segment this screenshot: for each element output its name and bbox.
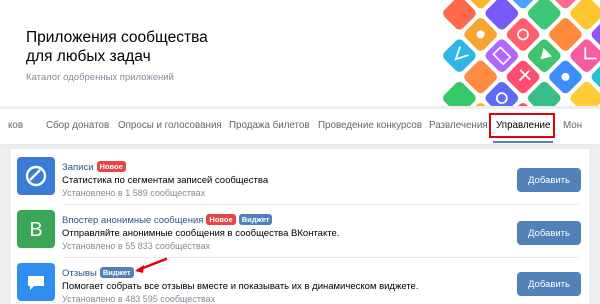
tab-contests[interactable]: Проведение конкурсов [318,120,422,131]
badge-widget: Виджет [238,214,273,225]
tab-entertainment[interactable]: Развлечения [429,120,488,131]
badge-new: Новое [206,214,236,225]
active-tab-indicator [493,141,553,143]
tab-tickets[interactable]: Продажа билетов [229,120,310,131]
tab-prev-partial[interactable]: ков [8,120,23,131]
app-installs: Установлено в 55 833 сообществах [62,241,211,251]
records-icon[interactable] [17,157,55,195]
catalog-header: Приложения сообщества для любых задач Ка… [0,0,600,106]
app-description: Статистика по сегментам записей сообщест… [62,175,269,186]
divider [63,204,579,205]
app-name-link[interactable]: Отзывы Виджет [62,267,134,279]
chat-bubble-icon[interactable] [17,263,55,301]
add-button[interactable]: Добавить [517,221,581,245]
page-title: Приложения сообщества для любых задач [26,28,226,66]
tab-donations[interactable]: Сбор донатов [46,120,109,131]
svg-text:B: B [29,219,42,241]
app-description: Отправляйте анонимные сообщения в сообще… [62,228,340,239]
app-installs: Установлено в 1 589 сообществах [62,188,206,198]
tab-next-partial[interactable]: Мон [563,120,582,131]
letter-b-icon[interactable]: B [17,210,55,248]
add-button[interactable]: Добавить [517,168,581,192]
app-description: Помогает собрать все отзывы вместе и пок… [62,281,419,292]
badge-new: Новое [96,161,126,172]
tab-polls[interactable]: Опросы и голосования [118,120,222,131]
app-name-link[interactable]: Записи Новое [62,161,126,173]
list-item: Отзывы Виджет Помогает собрать все отзывы… [11,259,589,304]
apps-list: Записи Новое Статистика по сегментам запи… [11,148,589,304]
annotation-arrow-icon [135,257,168,273]
page-subtitle: Каталог одобренных приложений [26,72,174,83]
badge-widget: Виджет [99,267,134,278]
list-item: B Впостер анонимные сообщения Новое Виджет… [11,206,589,258]
list-item: Записи Новое Статистика по сегментам запи… [11,153,589,205]
app-name[interactable]: Отзывы [62,268,97,279]
decorative-icon-tiles [443,0,600,106]
app-name[interactable]: Записи [62,162,94,173]
annotation-highlight-box [489,113,555,138]
app-installs: Установлено в 483 595 сообществах [62,294,216,304]
page-title-line1: Приложения сообщества [26,29,208,46]
page-title-line2: для любых задач [26,48,151,65]
app-name[interactable]: Впостер анонимные сообщения [62,215,203,226]
app-name-link[interactable]: Впостер анонимные сообщения Новое Виджет [62,214,273,226]
add-button[interactable]: Добавить [517,272,581,296]
